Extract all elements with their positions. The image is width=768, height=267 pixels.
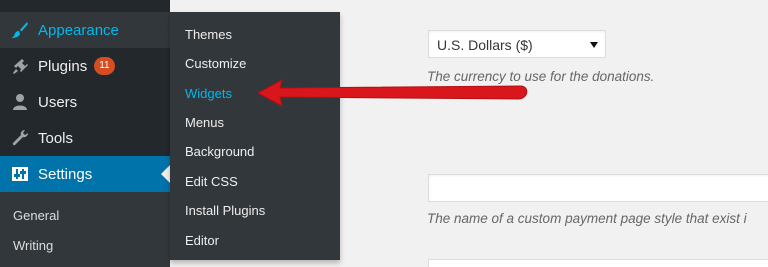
menu-item-label: Appearance xyxy=(38,21,119,39)
currency-select[interactable]: U.S. Dollars ($) xyxy=(428,30,606,58)
submenu-item-writing[interactable]: Writing xyxy=(13,238,53,253)
update-count-badge: 11 xyxy=(94,57,115,75)
menu-item-settings[interactable]: Settings xyxy=(0,156,170,192)
text-input[interactable] xyxy=(428,259,768,267)
menu-item-label: Users xyxy=(38,93,78,111)
flyout-item-edit-css[interactable]: Edit CSS xyxy=(185,174,238,189)
settings-sliders-icon xyxy=(10,164,30,184)
paintbrush-icon xyxy=(10,20,30,40)
menu-item-plugins[interactable]: Plugins 11 xyxy=(0,48,170,84)
flyout-item-menus[interactable]: Menus xyxy=(185,115,224,130)
page-style-input[interactable] xyxy=(428,174,768,202)
flyout-caret xyxy=(161,21,170,39)
menu-item-label: Plugins xyxy=(38,57,88,75)
menu-item-label: Tools xyxy=(38,129,74,147)
flyout-item-background[interactable]: Background xyxy=(185,144,254,159)
dropdown-arrow-icon xyxy=(590,42,598,48)
page-style-description: The name of a custom payment page style … xyxy=(427,211,747,226)
flyout-item-install-plugins[interactable]: Install Plugins xyxy=(185,203,265,218)
settings-content: U.S. Dollars ($) The currency to use for… xyxy=(340,0,768,267)
submenu-item-general[interactable]: General xyxy=(13,208,59,223)
plugin-icon xyxy=(10,56,30,76)
user-icon xyxy=(10,92,30,112)
menu-item-users[interactable]: Users xyxy=(0,84,170,120)
admin-sidebar: Appearance Plugins 11 Users Tools Settin… xyxy=(0,0,170,267)
wrench-icon xyxy=(10,128,30,148)
flyout-item-editor[interactable]: Editor xyxy=(185,233,219,248)
menu-item-tools[interactable]: Tools xyxy=(0,120,170,156)
menu-item-appearance[interactable]: Appearance xyxy=(0,12,170,48)
appearance-flyout-menu: Themes Customize Widgets Menus Backgroun… xyxy=(170,12,340,260)
currency-select-value: U.S. Dollars ($) xyxy=(437,37,533,53)
flyout-item-customize[interactable]: Customize xyxy=(185,56,246,71)
flyout-item-widgets[interactable]: Widgets xyxy=(185,86,232,101)
flyout-item-themes[interactable]: Themes xyxy=(185,27,232,42)
currency-description: The currency to use for the donations. xyxy=(427,69,655,84)
current-page-caret xyxy=(161,165,170,183)
menu-item-label: Settings xyxy=(38,165,93,183)
settings-submenu: General Writing xyxy=(0,192,170,267)
